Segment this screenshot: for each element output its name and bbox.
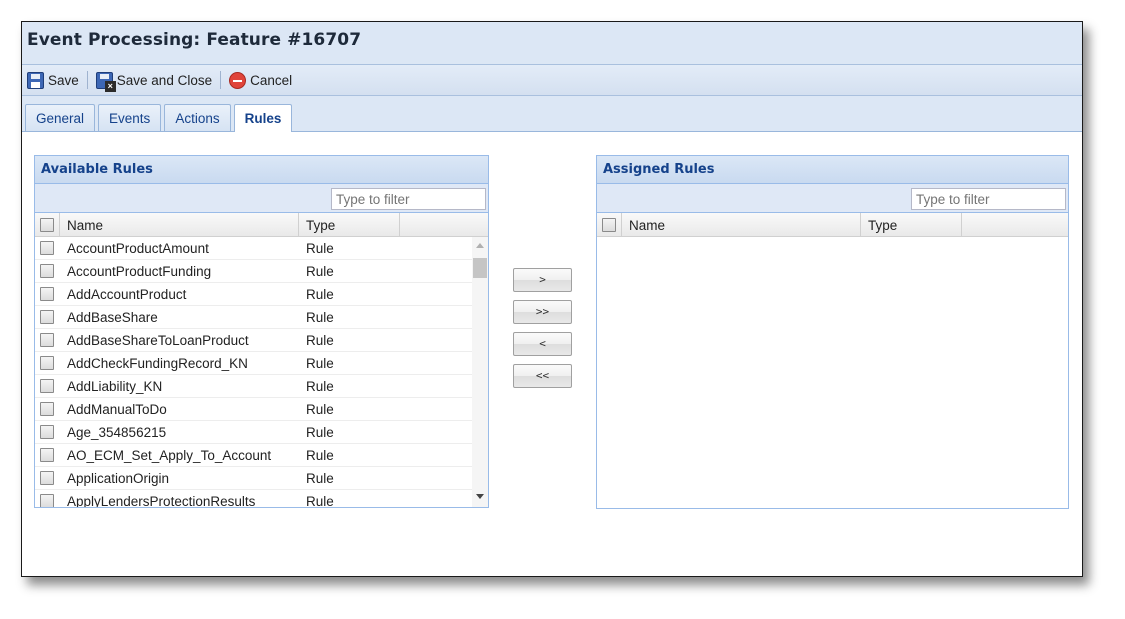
row-checkbox[interactable] — [40, 356, 54, 370]
row-checkbox[interactable] — [40, 402, 54, 416]
table-row[interactable]: AddManualToDo Rule — [35, 398, 488, 421]
window-titlebar: Event Processing: Feature #16707 — [22, 22, 1082, 65]
add-all-button[interactable]: >> — [513, 300, 572, 324]
rule-type: Rule — [306, 241, 334, 256]
toolbar: Save × Save and Close Cancel — [22, 65, 1082, 96]
assigned-filter-input[interactable] — [911, 188, 1066, 210]
tab-actions[interactable]: Actions — [164, 104, 231, 131]
rule-name: AddBaseShareToLoanProduct — [67, 333, 249, 348]
available-filter-bar — [35, 184, 488, 213]
row-checkbox[interactable] — [40, 425, 54, 439]
row-checkbox[interactable] — [40, 241, 54, 255]
save-label: Save — [48, 72, 79, 88]
row-checkbox[interactable] — [40, 471, 54, 485]
save-icon — [27, 71, 44, 89]
rule-type: Rule — [306, 264, 334, 279]
assigned-select-all-checkbox[interactable] — [602, 218, 616, 232]
rule-type: Rule — [306, 494, 334, 507]
row-checkbox[interactable] — [40, 333, 54, 347]
assigned-rules-title: Assigned Rules — [597, 155, 1068, 184]
remove-all-button[interactable]: << — [513, 364, 572, 388]
row-checkbox[interactable] — [40, 379, 54, 393]
rule-name: Age_354856215 — [67, 425, 167, 440]
row-checkbox[interactable] — [40, 287, 54, 301]
assigned-filter-bar — [597, 184, 1068, 213]
assigned-name-column-header[interactable]: Name — [622, 213, 861, 236]
available-grid-header: Name Type — [35, 213, 488, 237]
rule-type: Rule — [306, 379, 334, 394]
rule-name: AddLiability_KN — [67, 379, 163, 394]
rule-name: AO_ECM_Set_Apply_To_Account — [67, 448, 272, 463]
cancel-icon — [229, 71, 247, 89]
tab-rules[interactable]: Rules — [233, 104, 293, 132]
event-processing-window: Event Processing: Feature #16707 Save × … — [21, 21, 1083, 577]
row-checkbox[interactable] — [40, 264, 54, 278]
table-row[interactable]: AddAccountProduct Rule — [35, 283, 488, 306]
available-name-column-header[interactable]: Name — [60, 213, 299, 236]
available-filter-input[interactable] — [331, 188, 486, 210]
row-checkbox[interactable] — [40, 494, 54, 507]
rule-type: Rule — [306, 471, 334, 486]
table-row[interactable]: AddBaseShareToLoanProduct Rule — [35, 329, 488, 352]
available-rules-title: Available Rules — [35, 155, 488, 184]
available-list-scrollbar[interactable] — [472, 237, 488, 507]
rule-type: Rule — [306, 425, 334, 440]
table-row[interactable]: Age_354856215 Rule — [35, 421, 488, 444]
assigned-select-all-cell — [597, 213, 622, 236]
toolbar-separator — [220, 71, 222, 89]
tab-events[interactable]: Events — [98, 104, 162, 131]
rule-type: Rule — [306, 402, 334, 417]
save-close-icon: × — [95, 71, 116, 92]
table-row[interactable]: AccountProductFunding Rule — [35, 260, 488, 283]
available-rules-panel: Available Rules Name Type AccountProduct… — [34, 155, 489, 508]
rule-name: AddAccountProduct — [67, 287, 187, 302]
available-select-all-checkbox[interactable] — [40, 218, 54, 232]
save-and-close-button[interactable]: × Save and Close — [95, 71, 213, 92]
table-row[interactable]: AddBaseShare Rule — [35, 306, 488, 329]
cancel-label: Cancel — [250, 72, 293, 88]
rule-name: AddManualToDo — [67, 402, 167, 417]
rule-name: AddBaseShare — [67, 310, 158, 325]
available-rules-list: AccountProductAmount Rule AccountProductF… — [35, 237, 488, 507]
toolbar-separator — [86, 71, 88, 89]
available-type-column-header[interactable]: Type — [299, 213, 400, 236]
window-title: Event Processing: Feature #16707 — [27, 30, 362, 50]
available-select-all-cell — [35, 213, 60, 236]
save-and-close-label: Save and Close — [116, 72, 213, 88]
assigned-grid-header: Name Type — [597, 213, 1068, 237]
table-row[interactable]: AddLiability_KN Rule — [35, 375, 488, 398]
table-row[interactable]: AccountProductAmount Rule — [35, 237, 488, 260]
assigned-type-column-header[interactable]: Type — [861, 213, 962, 236]
assigned-rules-list — [597, 237, 1068, 507]
scroll-thumb[interactable] — [473, 258, 487, 278]
table-row[interactable]: AO_ECM_Set_Apply_To_Account Rule — [35, 444, 488, 467]
row-checkbox[interactable] — [40, 448, 54, 462]
table-row[interactable]: ApplyLendersProtectionResults Rule — [35, 490, 488, 507]
rule-name: AddCheckFundingRecord_KN — [67, 356, 248, 371]
cancel-button[interactable]: Cancel — [229, 71, 293, 89]
rule-name: AccountProductFunding — [67, 264, 212, 279]
rule-type: Rule — [306, 448, 334, 463]
scroll-up-icon[interactable] — [476, 243, 484, 248]
tab-strip: General Events Actions Rules — [22, 96, 1082, 132]
table-row[interactable]: ApplicationOrigin Rule — [35, 467, 488, 490]
scroll-down-icon[interactable] — [476, 494, 484, 499]
assigned-rules-panel: Assigned Rules Name Type — [596, 155, 1069, 509]
save-button[interactable]: Save — [27, 71, 79, 89]
remove-selected-button[interactable]: < — [513, 332, 572, 356]
row-checkbox[interactable] — [40, 310, 54, 324]
tab-general[interactable]: General — [25, 104, 96, 131]
table-row[interactable]: AddCheckFundingRecord_KN Rule — [35, 352, 488, 375]
rule-type: Rule — [306, 310, 334, 325]
rule-name: AccountProductAmount — [67, 241, 209, 256]
rule-type: Rule — [306, 356, 334, 371]
rule-type: Rule — [306, 287, 334, 302]
rule-type: Rule — [306, 333, 334, 348]
rules-content: Available Rules Name Type AccountProduct… — [22, 132, 1082, 576]
add-selected-button[interactable]: > — [513, 268, 572, 292]
rule-name: ApplicationOrigin — [67, 471, 170, 486]
rule-name: ApplyLendersProtectionResults — [67, 494, 256, 507]
